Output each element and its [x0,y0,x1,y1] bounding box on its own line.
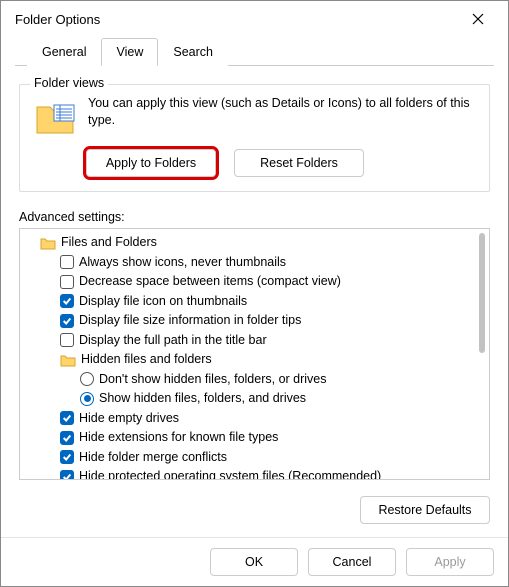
apply-button[interactable]: Apply [406,548,494,576]
checkbox[interactable] [60,470,74,480]
tree-item[interactable]: Hide extensions for known file types [26,428,475,448]
tree-item[interactable]: Don't show hidden files, folders, or dri… [26,370,475,390]
tab-view-content: Folder views You can apply this view (su… [1,66,508,537]
checkbox[interactable] [60,294,74,308]
folder-icon [40,236,56,250]
advanced-settings-label: Advanced settings: [19,210,490,224]
checkbox[interactable] [60,411,74,425]
tree-item[interactable]: Show hidden files, folders, and drives [26,389,475,409]
tree-item[interactable]: Display file size information in folder … [26,311,475,331]
checkbox[interactable] [60,314,74,328]
tab-search[interactable]: Search [158,38,228,66]
tab-strip: General View Search [15,37,494,66]
reset-folders-button[interactable]: Reset Folders [234,149,364,177]
close-button[interactable] [458,4,498,34]
tree-item-label: Show hidden files, folders, and drives [99,389,306,408]
scrollbar-thumb[interactable] [479,233,485,353]
folder-icon [60,353,76,367]
tree-item-label: Always show icons, never thumbnails [79,253,286,272]
folder-views-legend: Folder views [30,76,108,90]
tree-item[interactable]: Hide empty drives [26,409,475,429]
tree-item[interactable]: Display the full path in the title bar [26,331,475,351]
dialog-button-bar: OK Cancel Apply [1,537,508,586]
tab-view[interactable]: View [101,38,158,66]
tree-item[interactable]: Always show icons, never thumbnails [26,253,475,273]
folder-views-icon [34,97,76,139]
tree-item-label: Hide protected operating system files (R… [79,467,381,480]
tree-group-files-and-folders: Files and Folders [26,233,475,253]
checkbox[interactable] [60,255,74,269]
folder-views-group: Folder views You can apply this view (su… [19,84,490,192]
restore-defaults-button[interactable]: Restore Defaults [360,496,490,524]
tree-item[interactable]: Decrease space between items (compact vi… [26,272,475,292]
apply-to-folders-button[interactable]: Apply to Folders [86,149,216,177]
tree-item-label: Hide extensions for known file types [79,428,278,447]
close-icon [472,13,484,25]
checkbox[interactable] [60,450,74,464]
tree-item[interactable]: Display file icon on thumbnails [26,292,475,312]
tree-item: Hidden files and folders [26,350,475,370]
tree-body: Files and Folders Always show icons, nev… [20,229,489,480]
cancel-button[interactable]: Cancel [308,548,396,576]
tree-item-label: Display file icon on thumbnails [79,292,247,311]
tree-item-label: Decrease space between items (compact vi… [79,272,341,291]
checkbox[interactable] [60,275,74,289]
tab-general[interactable]: General [27,38,101,66]
advanced-settings-tree[interactable]: Files and Folders Always show icons, nev… [19,228,490,480]
tree-item-label: Hidden files and folders [81,350,212,369]
radio[interactable] [80,392,94,406]
folder-views-desc: You can apply this view (such as Details… [88,95,477,139]
tree-item[interactable]: Hide protected operating system files (R… [26,467,475,480]
tree-group-label: Files and Folders [61,233,157,252]
titlebar: Folder Options [1,1,508,37]
tree-item-label: Display the full path in the title bar [79,331,267,350]
tree-item-label: Don't show hidden files, folders, or dri… [99,370,327,389]
checkbox[interactable] [60,431,74,445]
radio[interactable] [80,372,94,386]
checkbox[interactable] [60,333,74,347]
tree-item[interactable]: Hide folder merge conflicts [26,448,475,468]
folder-options-dialog: Folder Options General View Search Folde… [0,0,509,587]
tree-item-label: Hide folder merge conflicts [79,448,227,467]
tree-item-label: Display file size information in folder … [79,311,301,330]
tree-item-label: Hide empty drives [79,409,179,428]
ok-button[interactable]: OK [210,548,298,576]
window-title: Folder Options [15,12,458,27]
